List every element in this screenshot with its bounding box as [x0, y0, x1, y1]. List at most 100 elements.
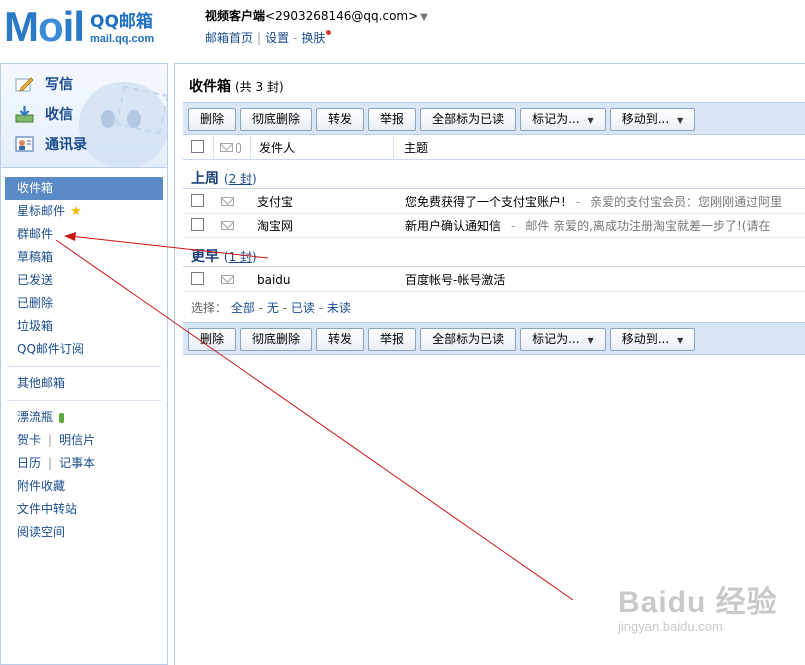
- row-checkbox[interactable]: [191, 193, 204, 207]
- greeting-card-link[interactable]: 贺卡: [17, 433, 41, 447]
- toolbar-top: 删除 彻底删除 转发 举报 全部标为已读 标记为... ▼ 移动到... ▼: [183, 102, 805, 135]
- logo-wordmark: Moil: [4, 3, 85, 50]
- calendar-link[interactable]: 日历: [17, 456, 41, 470]
- group-header-earlier: 更早 (1 封): [191, 249, 257, 265]
- folder-sent[interactable]: 已发送: [1, 269, 167, 292]
- delete-button[interactable]: 删除: [188, 328, 237, 351]
- quick-actions-panel: 写信 收信 通讯录: [1, 64, 167, 168]
- row-subject: 百度帐号-帐号激活: [405, 273, 506, 287]
- baidu-watermark: Baidu 经验 jingyan.baidu.com: [618, 577, 778, 634]
- folder-group-mail[interactable]: 群邮件: [1, 223, 167, 246]
- select-none-link[interactable]: 无: [267, 301, 279, 315]
- drift-bottle-link[interactable]: 漂流瓶: [1, 406, 167, 429]
- folder-spam[interactable]: 垃圾箱: [1, 315, 167, 338]
- folder-drafts[interactable]: 草稿箱: [1, 246, 167, 269]
- divider: [183, 188, 805, 189]
- dropdown-arrow-icon: ▼: [677, 336, 684, 345]
- envelope-read-icon: [221, 220, 234, 230]
- page-title: 收件箱 (共 3 封): [189, 79, 284, 95]
- folder-other-mailboxes[interactable]: 其他邮箱: [1, 372, 167, 395]
- column-header: 发件人 主题: [183, 135, 805, 160]
- dropdown-arrow-icon: ▼: [677, 116, 684, 125]
- envelope-read-icon: [221, 274, 234, 284]
- compose-action[interactable]: 写信: [15, 72, 73, 96]
- contacts-icon: [15, 135, 35, 153]
- folder-inbox[interactable]: 收件箱: [5, 177, 163, 200]
- row-subject: 您免费获得了一个支付宝账户!: [405, 195, 566, 209]
- attachments-link[interactable]: 附件收藏: [1, 475, 167, 498]
- main-panel: 收件箱 (共 3 封) 删除 彻底删除 转发 举报 全部标为已读 标记为... ▼ …: [174, 63, 805, 665]
- select-filter-bar: 选择： 全部 - 无 - 已读 - 未读: [191, 301, 351, 315]
- receive-action[interactable]: 收信: [15, 102, 73, 126]
- folder-starred-label: 星标邮件: [17, 204, 66, 218]
- message-count: (共 3 封): [235, 80, 284, 94]
- contacts-action[interactable]: 通讯录: [15, 132, 87, 156]
- sender-column-header[interactable]: 发件人: [251, 139, 393, 156]
- permanent-delete-button[interactable]: 彻底删除: [240, 328, 313, 351]
- attachment-column-icon: [236, 142, 241, 153]
- group-count-link[interactable]: 2 封: [229, 172, 252, 186]
- account-email: <2903268146@qq.com>: [265, 9, 419, 23]
- reading-space-link[interactable]: 阅读空间: [1, 521, 167, 544]
- bottle-icon: [59, 412, 65, 423]
- header: Moil QQ邮箱 mail.qq.com 视频客户端<2903268146@q…: [0, 0, 805, 62]
- move-to-dropdown[interactable]: 移动到... ▼: [609, 328, 696, 351]
- dropdown-arrow-icon: ▼: [587, 116, 594, 125]
- account-name: 视频客户端: [205, 9, 266, 23]
- row-checkbox[interactable]: [191, 271, 204, 285]
- select-read-link[interactable]: 已读: [291, 301, 315, 315]
- account-area: 视频客户端<2903268146@qq.com> ▼ 邮箱首页 | 设置 - 换肤: [205, 8, 428, 46]
- move-to-dropdown[interactable]: 移动到... ▼: [609, 108, 696, 131]
- select-all-link[interactable]: 全部: [231, 301, 255, 315]
- table-row[interactable]: baidu 百度帐号-帐号激活: [183, 268, 805, 292]
- mailbox-home-link[interactable]: 邮箱首页: [205, 31, 253, 45]
- logo-title: QQ邮箱: [90, 12, 153, 32]
- report-button[interactable]: 举报: [368, 108, 417, 131]
- folder-starred[interactable]: 星标邮件 ★: [1, 200, 167, 223]
- left-sidebar: 写信 收信 通讯录 收件箱 星标邮件 ★ 群邮件 草稿箱 已发送 已删除 垃圾箱 …: [0, 63, 168, 665]
- row-sender: 支付宝: [257, 195, 294, 209]
- chevron-down-icon[interactable]: ▼: [420, 12, 428, 23]
- group-header-last-week: 上周 (2 封): [191, 171, 257, 187]
- divider: [7, 366, 161, 367]
- select-all-checkbox[interactable]: [191, 139, 204, 153]
- select-unread-link[interactable]: 未读: [327, 301, 351, 315]
- subject-column-header[interactable]: 主题: [394, 139, 428, 156]
- pencil-icon: [15, 75, 35, 93]
- table-row[interactable]: 淘宝网 新用户确认通知信 - 邮件 亲爱的,离成功注册淘宝就差一步了!(请在: [183, 214, 805, 238]
- qq-mail-logo[interactable]: Moil QQ邮箱 mail.qq.com: [4, 6, 154, 48]
- permanent-delete-button[interactable]: 彻底删除: [240, 108, 313, 131]
- folder-subscriptions[interactable]: QQ邮件订阅: [1, 338, 167, 361]
- row-sender: baidu: [257, 272, 291, 287]
- table-row[interactable]: 支付宝 您免费获得了一个支付宝账户! - 亲爱的支付宝会员：您刚刚通过阿里: [183, 190, 805, 214]
- account-switcher[interactable]: 视频客户端<2903268146@qq.com> ▼: [205, 8, 428, 26]
- divider: [183, 266, 805, 267]
- row-preview: 亲爱的支付宝会员：您刚刚通过阿里: [590, 195, 783, 209]
- logo-url: mail.qq.com: [90, 33, 155, 45]
- report-button[interactable]: 举报: [368, 328, 417, 351]
- group-count-link[interactable]: 1 封: [229, 250, 252, 264]
- mark-all-read-button[interactable]: 全部标为已读: [420, 108, 517, 131]
- row-subject: 新用户确认通知信: [405, 219, 502, 233]
- file-transfer-link[interactable]: 文件中转站: [1, 498, 167, 521]
- watermark-title: Baidu 经验: [618, 586, 778, 619]
- watermark-url: jingyan.baidu.com: [618, 619, 723, 634]
- row-checkbox[interactable]: [191, 217, 204, 231]
- dropdown-arrow-icon: ▼: [587, 336, 594, 345]
- delete-button[interactable]: 删除: [188, 108, 237, 131]
- forward-button[interactable]: 转发: [316, 108, 365, 131]
- envelope-column-icon: [220, 143, 233, 152]
- postcard-link[interactable]: 明信片: [59, 433, 95, 447]
- forward-button[interactable]: 转发: [316, 328, 365, 351]
- notification-dot-icon: [326, 30, 332, 35]
- settings-link[interactable]: 设置: [265, 31, 289, 45]
- mark-all-read-button[interactable]: 全部标为已读: [420, 328, 517, 351]
- mark-as-dropdown[interactable]: 标记为... ▼: [520, 108, 606, 131]
- calendar-row: 日历 | 记事本: [17, 456, 96, 470]
- row-sender: 淘宝网: [257, 219, 294, 233]
- cards-row: 贺卡 | 明信片: [17, 433, 96, 447]
- mark-as-dropdown[interactable]: 标记为... ▼: [520, 328, 606, 351]
- notes-link[interactable]: 记事本: [59, 456, 95, 470]
- skin-link[interactable]: 换肤: [301, 31, 325, 45]
- folder-deleted[interactable]: 已删除: [1, 292, 167, 315]
